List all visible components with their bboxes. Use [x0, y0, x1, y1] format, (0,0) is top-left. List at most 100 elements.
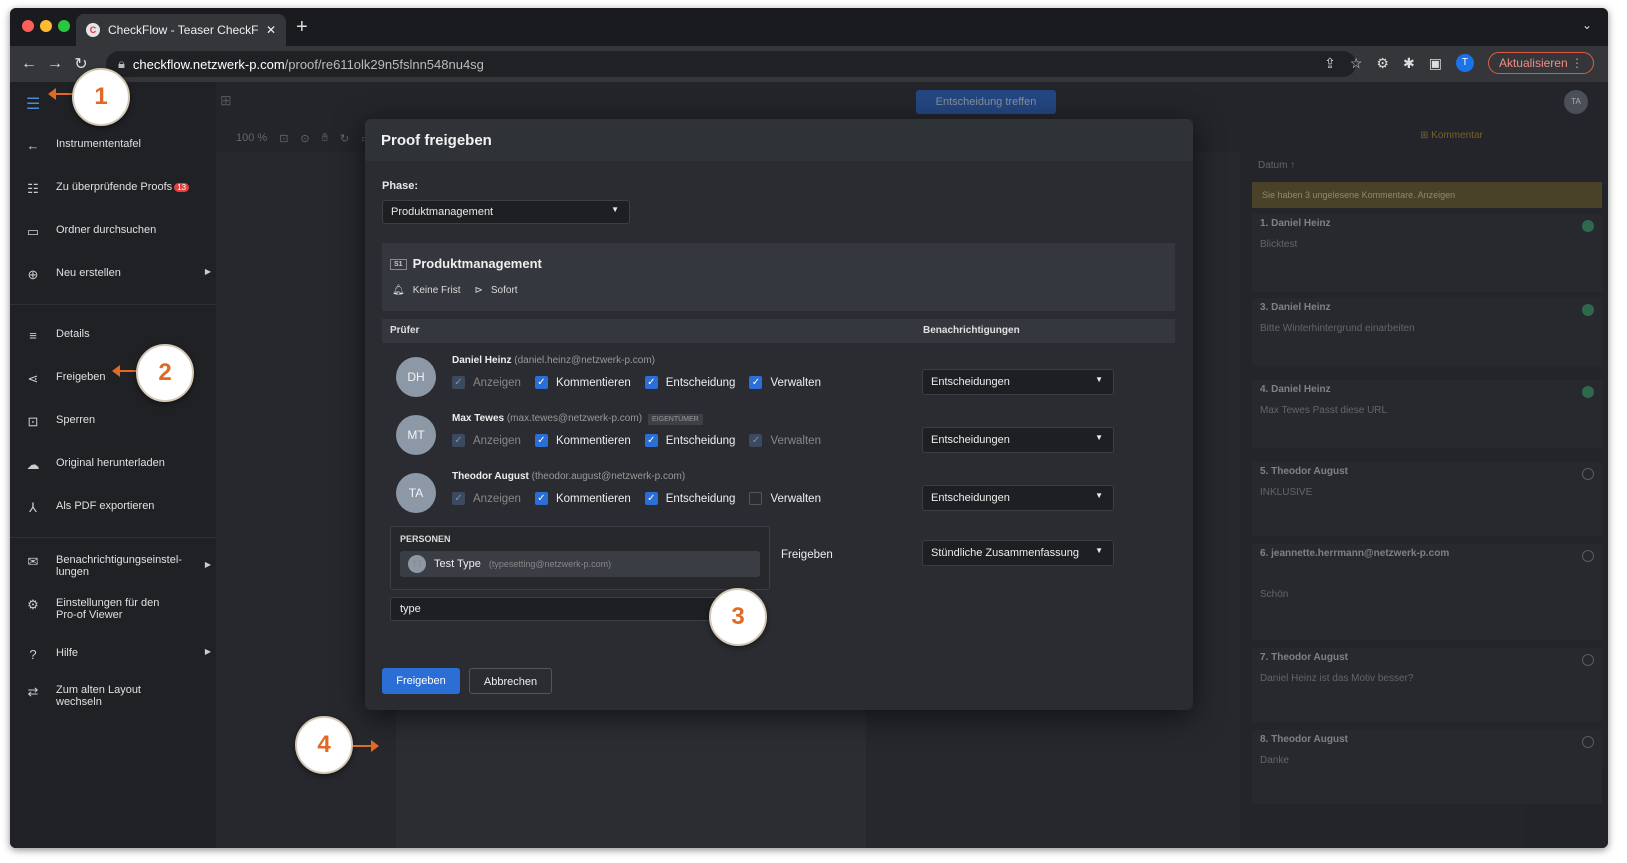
decision-checkbox[interactable]: ✓ Entscheidung	[644, 376, 735, 389]
caret-down-icon: ▼	[1095, 546, 1103, 555]
forward-icon[interactable]: →	[42, 55, 68, 73]
decision-checkbox[interactable]: ✓ Entscheidung	[644, 434, 735, 447]
suggestion-email: (typesetting@netzwerk-p.com)	[488, 559, 612, 569]
comment-item[interactable]: 7. Theodor August Daniel Heinz ist das Mo…	[1252, 648, 1602, 722]
zoom-level[interactable]: 100 %	[236, 132, 267, 145]
reviewer-name-text: Daniel Heinz	[452, 355, 512, 366]
reviewer-row: TA Theodor August (theodor.august@netzwe…	[382, 467, 1175, 525]
share-submit-button[interactable]: Freigeben	[382, 668, 460, 694]
perm-label: Kommentieren	[555, 376, 631, 389]
comment-button[interactable]: ⊞ Kommentar	[1420, 130, 1483, 141]
extension-gear-icon[interactable]: ⚙	[1376, 55, 1389, 72]
zoom-area-icon[interactable]: ⊙	[300, 132, 309, 145]
manage-checkbox[interactable]: Verwalten	[749, 492, 821, 505]
sidebar-item-viewer-settings[interactable]: ⚙ Einstellungen für den Pro-of Viewer	[26, 597, 211, 621]
update-button[interactable]: Aktualisieren ⋮	[1487, 52, 1594, 74]
sidebar-item-label: Sperren	[56, 414, 96, 426]
minimize-window-icon[interactable]	[40, 20, 52, 32]
hamburger-menu-icon[interactable]: ☰	[26, 94, 40, 114]
comment-checkbox[interactable]: ✓ Kommentieren	[534, 434, 631, 447]
rotate-icon[interactable]: ↻	[340, 132, 349, 145]
share-icon[interactable]: ⇪	[1324, 55, 1336, 72]
chevron-right-icon: ▶	[204, 267, 211, 276]
person-search-input[interactable]: type	[390, 597, 736, 621]
comment-checkbox[interactable]: ✓ Kommentieren	[534, 376, 631, 389]
new-notification-select[interactable]: Stündliche Zusammenfassung ▼	[922, 540, 1114, 566]
new-permission-label: Freigeben	[781, 549, 833, 561]
chevron-down-icon[interactable]: ⌄	[1582, 18, 1592, 32]
chevron-right-icon: ▶	[204, 560, 211, 569]
profile-avatar[interactable]: T	[1455, 54, 1474, 72]
sidebar-item-notifications[interactable]: ✉ Benachrichtigungseinstel-lungen ▶	[26, 554, 211, 578]
comment-item[interactable]: 6. jeannette.herrmann@netzwerk-p.com Schö…	[1252, 544, 1602, 640]
notification-select[interactable]: Entscheidungen ▼	[922, 485, 1114, 511]
comment-author: 4. Daniel Heinz	[1260, 384, 1331, 395]
sidebar-item-pdf[interactable]: ⅄ Als PDF exportieren	[26, 500, 211, 516]
hand-icon[interactable]: ✋︎	[322, 132, 328, 145]
unresolved-icon	[1582, 654, 1594, 666]
comment-item[interactable]: 4. Daniel Heinz Max Tewes Passt diese URL	[1252, 380, 1602, 448]
sidebar-item-download[interactable]: ☁ Original herunterladen	[26, 457, 211, 473]
comment-item[interactable]: 1. Daniel Heinz Blicktest	[1252, 214, 1602, 292]
sidebar-item-lock[interactable]: ⊡ Sperren	[26, 414, 211, 430]
person-suggestions: PERSONEN TT Test Type (typesetting@netzw…	[390, 526, 770, 590]
puzzle-icon[interactable]: ✱	[1403, 55, 1415, 72]
notification-select[interactable]: Entscheidungen ▼	[922, 427, 1114, 453]
comment-author: 1. Daniel Heinz	[1260, 218, 1331, 229]
browser-actions: ⇪ ☆ ⚙ ✱ ▣ T Aktualisieren ⋮	[1324, 52, 1594, 74]
avatar: DH	[396, 357, 436, 397]
tab-title: CheckFlow - Teaser CheckFlow	[108, 23, 258, 37]
plus-circle-icon: ⊕	[27, 267, 39, 282]
play-circle-icon: ⊳	[474, 285, 483, 296]
sidebar-item-dashboard[interactable]: ← Instrumententafel	[26, 138, 211, 153]
comment-item[interactable]: 5. Theodor August INKLUSIVE	[1252, 462, 1602, 536]
favicon-icon: C	[86, 23, 100, 37]
fit-icon[interactable]: ⊡	[279, 132, 288, 145]
reviewer-row: DH Daniel Heinz (daniel.heinz@netzwerk-p…	[382, 351, 1175, 409]
share-icon: ⋖	[27, 371, 39, 386]
view-checkbox: ✓ Anzeigen	[452, 376, 521, 389]
comment-item[interactable]: 3. Daniel Heinz Bitte Winterhintergrund e…	[1252, 298, 1602, 366]
new-tab-icon[interactable]: +	[296, 16, 308, 39]
star-icon[interactable]: ☆	[1350, 55, 1363, 72]
phase-tag: S1	[390, 259, 407, 271]
sidebar-item-old-layout[interactable]: ⇄ Zum alten Layout wechseln	[26, 684, 211, 708]
switch-icon: ⇄	[27, 684, 39, 699]
sidebar-item-label: Original herunterladen	[56, 457, 165, 469]
sidebar-item-details[interactable]: ≡ Details	[26, 328, 211, 343]
book-icon[interactable]: ⊞	[220, 92, 232, 109]
decision-checkbox[interactable]: ✓ Entscheidung	[644, 492, 735, 505]
close-window-icon[interactable]	[22, 20, 34, 32]
caret-down-icon: ▼	[1095, 433, 1103, 442]
cancel-button[interactable]: Abbrechen	[469, 668, 552, 694]
back-icon[interactable]: ←	[16, 55, 42, 73]
phase-select[interactable]: Produktmanagement ▼	[382, 200, 630, 224]
user-avatar[interactable]: TA	[1564, 90, 1588, 114]
reviewer-column: Prüfer	[390, 325, 420, 336]
sidebar-item-folders[interactable]: ▭ Ordner durchsuchen	[26, 224, 211, 240]
manage-checkbox[interactable]: ✓ Verwalten	[749, 376, 821, 389]
comment-item[interactable]: 8. Theodor August Danke	[1252, 730, 1602, 804]
caret-down-icon: ▼	[611, 205, 619, 214]
comment-checkbox[interactable]: ✓ Kommentieren	[534, 492, 631, 505]
sort-label[interactable]: Datum ↑	[1258, 160, 1295, 171]
suggestion-item[interactable]: TT Test Type (typesetting@netzwerk-p.com…	[400, 551, 760, 577]
perm-label: Kommentieren	[555, 434, 631, 447]
sidebar-item-label: Einstellungen für den Pro-of Viewer	[56, 597, 160, 621]
comment-text: INKLUSIVE	[1260, 487, 1313, 498]
browser-tab[interactable]: C CheckFlow - Teaser CheckFlow ✕	[76, 14, 286, 46]
close-tab-icon[interactable]: ✕	[266, 23, 276, 37]
maximize-window-icon[interactable]	[58, 20, 70, 32]
decision-button[interactable]: Entscheidung treffen	[916, 90, 1056, 114]
sidebar-item-proofs[interactable]: ☷ Zu überprüfende Proofs 13	[26, 181, 211, 197]
notification-select[interactable]: Entscheidungen ▼	[922, 369, 1114, 395]
lines-icon: ≡	[29, 328, 37, 343]
sidebar-item-label: Als PDF exportieren	[56, 500, 155, 512]
caret-down-icon: ▼	[1095, 491, 1103, 500]
sidebar-item-help[interactable]: ? Hilfe ▶	[26, 647, 211, 662]
url-field[interactable]: 🔒︎ checkflow.netzwerk-p.com/proof/re611o…	[106, 51, 1356, 77]
sidepanel-icon[interactable]: ▣	[1429, 55, 1442, 72]
sidebar-item-create[interactable]: ⊕ Neu erstellen ▶	[26, 267, 211, 283]
checklist-icon: ☷	[27, 181, 39, 196]
check-icon: ✓	[749, 376, 763, 389]
